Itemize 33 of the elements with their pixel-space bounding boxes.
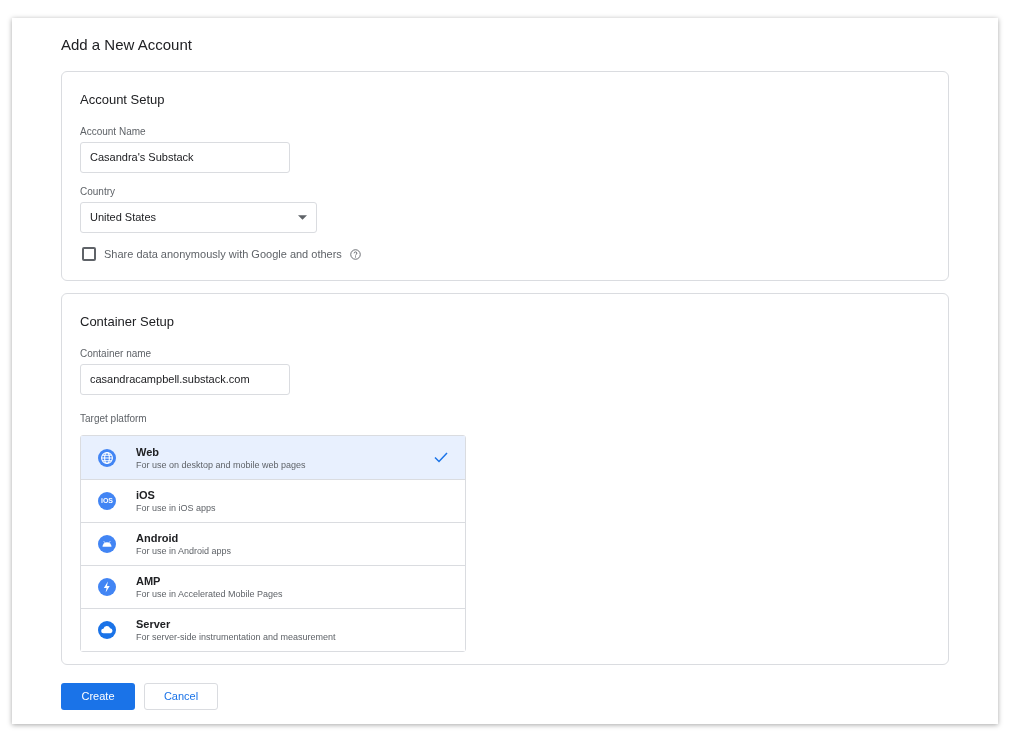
country-dropdown[interactable]: United States [80,202,317,233]
container-name-field[interactable]: casandracampbell.substack.com [80,364,290,395]
platform-name: Web [136,444,161,459]
globe-icon [98,448,116,467]
platform-option[interactable]: Web For use on desktop and mobile web pages [81,436,465,479]
dialog-title: Add a New Account [61,35,193,55]
section-heading: Account Setup [80,90,166,109]
section-heading: Container Setup [80,312,175,331]
cloud-icon [98,621,116,639]
platform-description: For use in iOS apps [136,502,217,514]
field-label: Account Name [80,125,147,139]
check-icon [434,452,448,463]
field-label: Container name [80,347,153,361]
cancel-button[interactable]: Cancel [144,682,218,710]
platform-description: For server-side instrumentation and measurement [136,631,337,643]
field-label: Country [80,185,116,199]
lightning-icon [98,578,116,596]
platform-name: iOS [136,488,156,502]
help-icon[interactable] [349,248,361,260]
share-data-checkbox[interactable] [82,247,96,262]
target-platform-label: Target platform [80,412,148,426]
caret-icon [298,215,307,220]
share-data-label: Share data anonymously with Google and others [104,247,342,262]
platform-name: AMP [136,574,162,588]
create-button[interactable]: Create [61,682,135,710]
platform-name: Android [136,531,180,545]
account-name-field[interactable]: Casandra's Substack [80,142,290,173]
platform-name: Server [136,617,172,631]
platform-option[interactable]: Server For server-side instrumentation and measurement [81,608,465,651]
platform-description: For use in Android apps [136,545,233,557]
android-icon [98,535,116,553]
platform-description: For use on desktop and mobile web pages [136,458,307,471]
platform-description: For use in Accelerated Mobile Pages [136,588,284,600]
